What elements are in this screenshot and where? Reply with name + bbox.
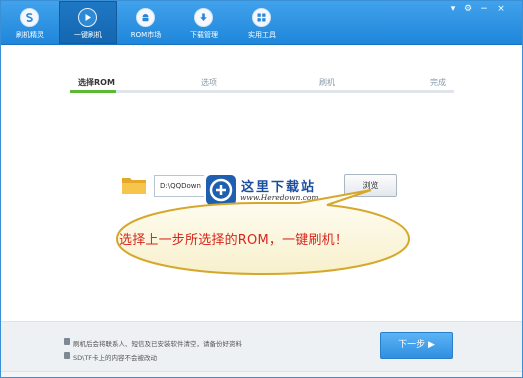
nav-label: 实用工具 [248,31,276,39]
close-icon[interactable]: × [494,4,508,14]
download-icon [194,8,213,27]
s-logo-icon [20,8,39,27]
settings-icon[interactable]: ⚙ [461,4,475,14]
nav-item-flash-wizard[interactable]: 刷机精灵 [1,1,59,44]
sd-note-text: SD\TF卡上的内容不会被改动 [73,354,158,362]
top-toolbar: 刷机精灵 一键刷机 ROM市场 下载管理 实用工具 ▾ ⚙ − × [1,1,522,45]
nav-item-download-manager[interactable]: 下载管理 [175,1,233,44]
next-button[interactable]: 下一步 ▶ [380,332,453,359]
play-icon [78,8,97,27]
step-select-rom: 选择ROM [78,78,115,87]
menu-icon[interactable]: ▾ [446,4,460,14]
nav-item-one-click-flash[interactable]: 一键刷机 [59,1,117,44]
app-window: 刷机精灵 一键刷机 ROM市场 下载管理 实用工具 ▾ ⚙ − × 选择ROM … [0,0,523,378]
step-progress-track [70,90,454,93]
callout-text: 选择上一步所选择的ROM，一键刷机！ [119,233,349,248]
sd-card-icon [64,352,70,359]
nav-label: 下载管理 [190,31,218,39]
nav-label: ROM市场 [130,31,162,39]
step-flash: 刷机 [319,78,335,87]
phone-icon [64,338,70,345]
nav-item-tools[interactable]: 实用工具 [233,1,291,44]
nav-item-rom-market[interactable]: ROM市场 [117,1,175,44]
backup-warning: 刷机后会将联系人、短信及已安装软件清空，请备份好资料 [64,338,242,348]
nav-label: 一键刷机 [74,31,102,39]
step-progress-fill [70,90,117,93]
step-options: 选项 [201,78,217,87]
status-strip [1,371,522,377]
step-done: 完成 [430,78,446,87]
sd-note: SD\TF卡上的内容不会被改动 [64,352,158,362]
backup-warning-text: 刷机后会将联系人、短信及已安装软件清空，请备份好资料 [73,340,242,348]
nav-label: 刷机精灵 [16,31,44,39]
android-icon [136,8,155,27]
grid-icon [252,8,271,27]
minimize-icon[interactable]: − [477,4,491,14]
